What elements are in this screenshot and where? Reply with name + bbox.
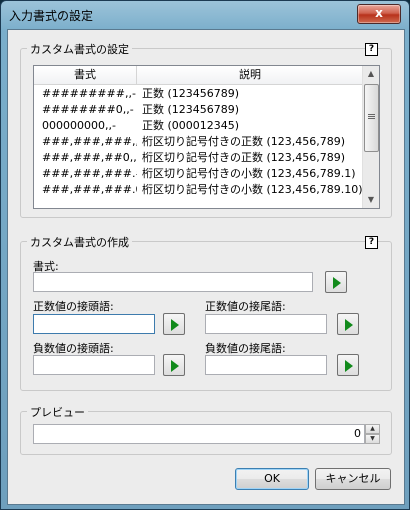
list-item[interactable]: #########,,- 正数 (123456789)	[34, 86, 363, 101]
description-cell: 正数 (123456789)	[142, 87, 240, 100]
custom-format-create-label: カスタム書式の作成	[27, 234, 132, 250]
format-cell: ###,###,###,,-	[42, 135, 137, 148]
play-arrow-icon	[345, 319, 353, 331]
list-item[interactable]: ###,###,###,,- 桁区切り記号付きの正数 (123,456,789)	[34, 134, 363, 149]
help-icon[interactable]: ?	[365, 236, 378, 249]
list-item[interactable]: 000000000,,- 正数 (000012345)	[34, 118, 363, 133]
preview-spinner[interactable]: ▲ ▼	[365, 424, 380, 444]
scroll-thumb[interactable]	[364, 84, 379, 152]
dialog-body: カスタム書式の設定 ? 書式 説明 #########,,- 正数 (12345…	[7, 29, 405, 505]
column-header-description[interactable]: 説明	[137, 66, 363, 84]
format-cell: ########0,,-	[42, 103, 134, 116]
format-list[interactable]: 書式 説明 #########,,- 正数 (123456789) ######…	[33, 65, 380, 209]
negative-prefix-input[interactable]	[33, 355, 155, 375]
list-item[interactable]: ###,###,###.00,,- 桁区切り記号付きの小数 (123,456,7…	[34, 182, 363, 197]
list-item[interactable]: ###,###,##0,,- 桁区切り記号付きの正数 (123,456,789)	[34, 150, 363, 165]
description-cell: 桁区切り記号付きの小数 (123,456,789.1)	[142, 167, 356, 180]
dialog-window: 入力書式の設定 x カスタム書式の設定 ? 書式 説明 #########,,-…	[0, 0, 410, 510]
description-cell: 正数 (123456789)	[142, 103, 240, 116]
positive-prefix-label: 正数値の接頭語:	[33, 300, 114, 313]
format-cell: 000000000,,-	[42, 119, 116, 132]
negative-suffix-button[interactable]	[337, 354, 359, 376]
spin-down-icon[interactable]: ▼	[365, 434, 380, 444]
scroll-down-arrow-icon[interactable]: ▼	[363, 192, 379, 208]
custom-format-settings-label: カスタム書式の設定	[27, 41, 132, 57]
vertical-scrollbar[interactable]: ▲ ▼	[362, 66, 379, 208]
scroll-up-arrow-icon[interactable]: ▲	[363, 66, 379, 82]
column-header-format[interactable]: 書式	[34, 66, 136, 84]
play-arrow-icon	[171, 360, 179, 372]
format-input[interactable]	[33, 272, 313, 292]
preview-input[interactable]: 0	[33, 424, 365, 444]
play-arrow-icon	[345, 360, 353, 372]
positive-suffix-label: 正数値の接尾語:	[205, 300, 286, 313]
close-icon: x	[375, 6, 383, 20]
cancel-button[interactable]: キャンセル	[315, 468, 391, 490]
positive-prefix-input[interactable]	[33, 314, 155, 334]
format-cell: ###,###,###.00,,-	[42, 183, 137, 196]
description-cell: 桁区切り記号付きの小数 (123,456,789.10)	[142, 183, 362, 196]
play-arrow-icon	[171, 319, 179, 331]
format-cell: ###,###,##0,,-	[42, 151, 137, 164]
spin-up-icon[interactable]: ▲	[365, 424, 380, 434]
negative-prefix-button[interactable]	[163, 354, 185, 376]
description-cell: 桁区切り記号付きの正数 (123,456,789)	[142, 135, 346, 148]
custom-format-create-group: カスタム書式の作成 ? 書式: 正数値の接頭語: 正数値の接尾語: 負数値の接頭…	[20, 234, 392, 391]
format-cell: ###,###,###.##,,-	[42, 167, 137, 180]
play-arrow-icon	[333, 277, 341, 289]
negative-suffix-label: 負数値の接尾語:	[205, 342, 286, 355]
help-icon[interactable]: ?	[365, 43, 378, 56]
window-title: 入力書式の設定	[9, 9, 94, 23]
positive-suffix-input[interactable]	[205, 314, 327, 334]
apply-format-button[interactable]	[325, 271, 347, 293]
description-cell: 桁区切り記号付きの正数 (123,456,789)	[142, 151, 346, 164]
title-bar: 入力書式の設定 x	[1, 1, 409, 29]
custom-format-settings-group: カスタム書式の設定 ? 書式 説明 #########,,- 正数 (12345…	[20, 41, 392, 218]
ok-button[interactable]: OK	[235, 468, 309, 490]
description-cell: 正数 (000012345)	[142, 119, 240, 132]
preview-label: プレビュー	[27, 404, 88, 420]
list-item[interactable]: ########0,,- 正数 (123456789)	[34, 102, 363, 117]
list-header: 書式 説明	[34, 66, 363, 85]
close-button[interactable]: x	[357, 4, 401, 24]
positive-prefix-button[interactable]	[163, 313, 185, 335]
list-item[interactable]: ###,###,###.##,,- 桁区切り記号付きの小数 (123,456,7…	[34, 166, 363, 181]
negative-suffix-input[interactable]	[205, 355, 327, 375]
positive-suffix-button[interactable]	[337, 313, 359, 335]
preview-group: プレビュー 0 ▲ ▼	[20, 404, 392, 455]
negative-prefix-label: 負数値の接頭語:	[33, 342, 114, 355]
format-cell: #########,,-	[42, 87, 136, 100]
